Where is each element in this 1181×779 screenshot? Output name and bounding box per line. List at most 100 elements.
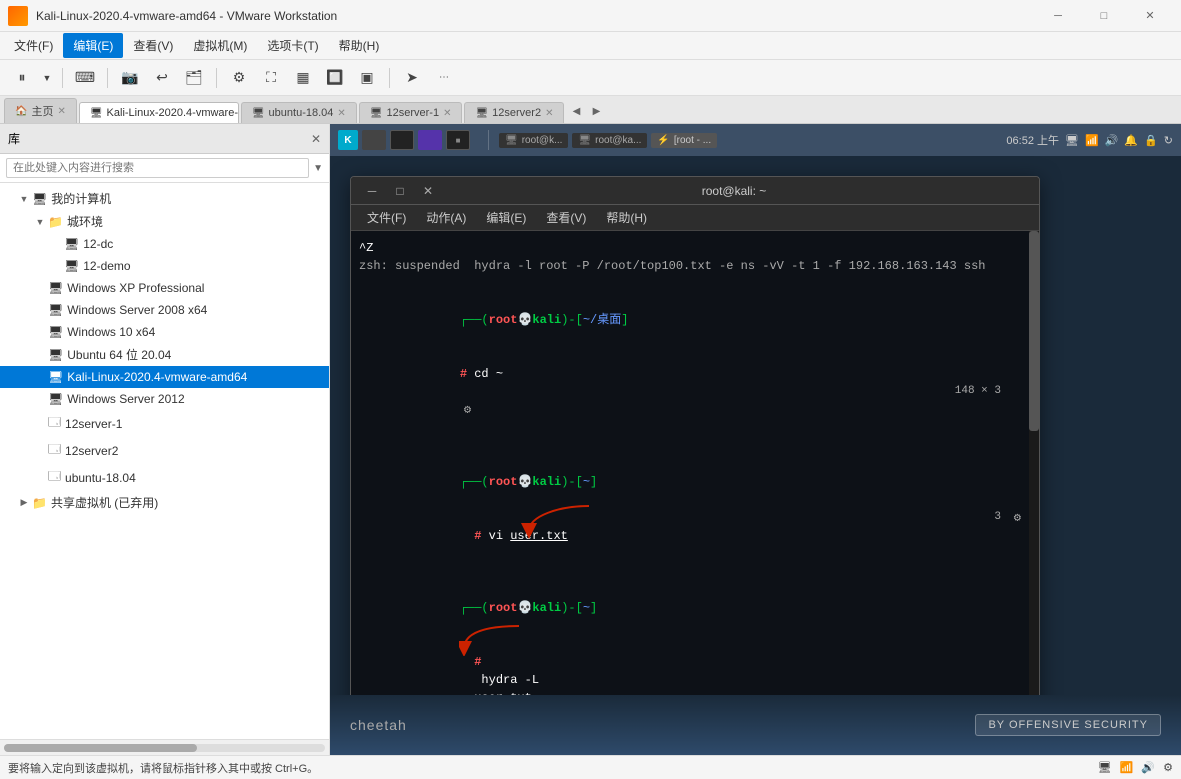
vm-connection-1[interactable]: 🖥 root@k...: [499, 133, 568, 148]
view-mode[interactable]: 🔲: [321, 64, 349, 92]
menu-help[interactable]: 帮助(H): [329, 33, 390, 58]
expander-shared[interactable]: ▶: [16, 495, 32, 511]
tree-item-ubuntu2004[interactable]: 🖥 Ubuntu 64 位 20.04: [0, 343, 329, 366]
tab-ubuntu-close[interactable]: ✕: [337, 108, 345, 119]
vm-lock-icon[interactable]: 🔒: [1144, 134, 1158, 147]
terminal-body[interactable]: ^Z zsh: suspended hydra -l root -P /root…: [351, 231, 1039, 695]
vm-power-icon[interactable]: ↻: [1164, 134, 1173, 147]
snapshot-btn[interactable]: 📷: [116, 64, 144, 92]
tab-home-close[interactable]: ✕: [57, 106, 65, 117]
unity-mode[interactable]: ▦: [289, 64, 317, 92]
vm-icon: 🖥: [48, 281, 63, 295]
tree-item-12server1[interactable]: 🗔 12server-1: [0, 410, 329, 437]
revert-btn[interactable]: ↩: [148, 64, 176, 92]
menu-tabs[interactable]: 选项卡(T): [257, 33, 328, 58]
app-drawer-icon[interactable]: [418, 130, 442, 150]
tab-ubuntu[interactable]: 🖥 ubuntu-18.04 ✕: [241, 102, 357, 123]
statusbar-right: 🖥 📶 🔊 ⚙: [1098, 761, 1173, 774]
term-restore-button[interactable]: □: [389, 180, 411, 202]
settings-icon-1[interactable]: ⚙: [464, 403, 471, 417]
tree-item-winxp[interactable]: 🖥 Windows XP Professional: [0, 277, 329, 299]
term-menu-action[interactable]: 动作(A): [418, 206, 474, 229]
term-minimize-button[interactable]: ─: [361, 180, 383, 202]
vm-volume-icon[interactable]: 🔊: [1105, 134, 1119, 147]
terminal-line: ┌──(root💀kali)-[~]: [359, 455, 1031, 509]
vm-display-area[interactable]: K ■ 🖥 root@k... 🖥 root@ka... ⚡: [330, 124, 1181, 755]
vm-connection-2[interactable]: 🖥 root@ka...: [572, 133, 647, 148]
terminal-scrollbar-thumb[interactable]: [1029, 231, 1039, 431]
tree-item-win2008[interactable]: 🖥 Windows Server 2008 x64: [0, 299, 329, 321]
enter-btn[interactable]: ➤: [398, 64, 426, 92]
search-input[interactable]: [6, 158, 309, 178]
tab-home[interactable]: 🏠 主页 ✕: [4, 98, 77, 123]
menu-file[interactable]: 文件(F): [4, 33, 63, 58]
tab-kali[interactable]: 🖥 Kali-Linux-2020.4-vmware-a... ✕: [79, 102, 239, 123]
tab-12server1[interactable]: 🖥 12server-1 ✕: [359, 102, 463, 123]
search-box: ▼: [0, 154, 329, 183]
tab-right-nav[interactable]: ▶: [586, 99, 606, 123]
terminal-toolbar-icon[interactable]: [362, 130, 386, 150]
snapshot-manager[interactable]: 🗂: [180, 64, 208, 92]
computer-icon: 🖥: [32, 192, 47, 206]
tree-item-kali[interactable]: 🖥 Kali-Linux-2020.4-vmware-amd64: [0, 366, 329, 388]
tree-item-12server2[interactable]: 🗔 12server2: [0, 437, 329, 464]
tree-item-shared[interactable]: ▶ 📁 共享虚拟机 (已弃用): [0, 491, 329, 514]
menu-vm[interactable]: 虚拟机(M): [183, 33, 257, 58]
titlebar: Kali-Linux-2020.4-vmware-amd64 - VMware …: [0, 0, 1181, 32]
tree-item-12dc[interactable]: 🖥 12-dc: [0, 233, 329, 255]
menu-view[interactable]: 查看(V): [123, 33, 183, 58]
expander-winxp: [32, 280, 48, 296]
term-menu-view[interactable]: 查看(V): [538, 206, 594, 229]
tree-item-win2012[interactable]: 🖥 Windows Server 2012: [0, 388, 329, 410]
pause-button[interactable]: ⏸: [8, 64, 36, 92]
vm-console[interactable]: ▣: [353, 64, 381, 92]
maximize-button[interactable]: □: [1081, 0, 1127, 32]
pause-dropdown[interactable]: ▼: [40, 64, 54, 92]
terminal-controls: ─ □ ✕: [361, 180, 439, 202]
tree-item-cityenv[interactable]: ▼ 📁 城环境: [0, 210, 329, 233]
tab-12server2-close[interactable]: ✕: [545, 108, 553, 119]
term-menu-file[interactable]: 文件(F): [359, 206, 414, 229]
more-actions[interactable]: ⋯: [430, 64, 458, 92]
sidebar: 库 ✕ ▼ ▼ 🖥 我的计算机 ▼ 📁 城环境: [0, 124, 330, 755]
expander-cityenv[interactable]: ▼: [32, 214, 48, 230]
minimize-button[interactable]: ─: [1035, 0, 1081, 32]
home-tab-icon: 🏠: [15, 106, 27, 117]
tab-left-nav[interactable]: ◀: [566, 99, 586, 123]
term-menu-help[interactable]: 帮助(H): [598, 206, 655, 229]
sidebar-close-icon[interactable]: ✕: [311, 132, 321, 146]
expander-win10: [32, 324, 48, 340]
full-screen[interactable]: ⛶: [257, 64, 285, 92]
tree-item-12demo[interactable]: 🖥 12-demo: [0, 255, 329, 277]
search-dropdown-icon[interactable]: ▼: [313, 163, 323, 174]
vm-notify-icon[interactable]: 🔔: [1124, 134, 1138, 147]
vm-settings[interactable]: ⚙: [225, 64, 253, 92]
ubuntu-tab-icon: 🖥: [252, 108, 265, 119]
sidebar-bottom-scrollbar[interactable]: [0, 739, 329, 755]
vm-icon: 🖥: [48, 303, 63, 317]
statusbar-text: 要将输入定向到该虚拟机，请将鼠标指针移入其中或按 Ctrl+G。: [8, 760, 318, 776]
expander-12server1: [32, 416, 48, 432]
send-ctrl-alt-del[interactable]: ⌨: [71, 64, 99, 92]
tree-item-ubuntu1804[interactable]: 🗔 ubuntu-18.04: [0, 464, 329, 491]
close-button[interactable]: ✕: [1127, 0, 1173, 32]
menu-edit[interactable]: 编辑(E): [63, 33, 123, 58]
settings-icon-2[interactable]: ⚙: [1014, 509, 1021, 527]
tree-label-ubuntu1804: ubuntu-18.04: [65, 471, 136, 485]
terminal-scrollbar[interactable]: [1029, 231, 1039, 695]
expander-mycomputer[interactable]: ▼: [16, 191, 32, 207]
vm-network-icon[interactable]: 📶: [1085, 134, 1099, 147]
offensive-security-badge: BY OFFENSIVE SECURITY: [975, 714, 1161, 736]
terminal-container[interactable]: ─ □ ✕ root@kali: ~ 文件(F) 动作(A) 编辑(E) 查看(…: [330, 156, 1181, 695]
term-menu-edit[interactable]: 编辑(E): [478, 206, 534, 229]
tree-item-mycomputer[interactable]: ▼ 🖥 我的计算机: [0, 187, 329, 210]
tree-label-win2012: Windows Server 2012: [67, 392, 184, 406]
tab-12server2[interactable]: 🖥 12server2 ✕: [464, 102, 564, 123]
tree-item-win10[interactable]: 🖥 Windows 10 x64: [0, 321, 329, 343]
statusbar-settings-icon[interactable]: ⚙: [1163, 761, 1173, 774]
app-icon-2[interactable]: ■: [446, 130, 470, 150]
tab-12server1-close[interactable]: ✕: [443, 108, 451, 119]
tabbar: 🏠 主页 ✕ 🖥 Kali-Linux-2020.4-vmware-a... ✕…: [0, 96, 1181, 124]
term-close-button[interactable]: ✕: [417, 180, 439, 202]
vm-connection-3[interactable]: ⚡ [root - ...: [651, 133, 717, 148]
